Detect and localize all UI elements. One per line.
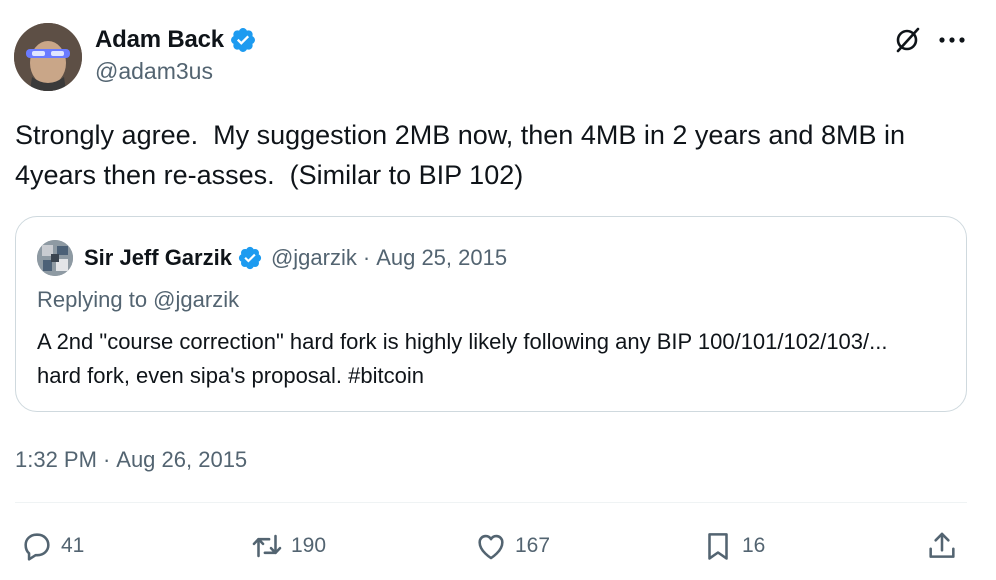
- quoted-author-name: Sir Jeff Garzik: [84, 245, 232, 270]
- author-name-row[interactable]: Adam Back: [95, 24, 257, 56]
- like-count: 167: [515, 534, 551, 557]
- verified-badge-icon[interactable]: [229, 26, 257, 54]
- quoted-author-avatar[interactable]: [37, 240, 73, 276]
- quoted-date: Aug 25, 2015: [376, 245, 508, 270]
- quoted-separator: ·: [362, 245, 371, 270]
- reply-icon: [24, 533, 50, 561]
- action-divider: [15, 502, 967, 503]
- quoted-author-handle: @jgarzik: [270, 245, 357, 270]
- repost-button[interactable]: 190: [250, 528, 326, 564]
- bookmark-button[interactable]: 16: [701, 528, 765, 564]
- reply-count: 41: [61, 534, 85, 557]
- quoted-header: Sir Jeff Garzik @jgarzik · Aug 25, 2015: [84, 241, 507, 275]
- more-icon[interactable]: [935, 26, 969, 54]
- bookmark-icon: [708, 533, 728, 560]
- repost-count: 190: [291, 534, 327, 557]
- quoted-text: A 2nd "course correction" hard fork is h…: [37, 329, 888, 388]
- quoted-verified-badge-icon: [237, 245, 263, 271]
- like-button[interactable]: 167: [474, 528, 550, 564]
- quoted-tweet[interactable]: Sir Jeff Garzik @jgarzik · Aug 25, 2015 …: [15, 216, 967, 412]
- reply-button[interactable]: 41: [20, 528, 84, 564]
- author-avatar[interactable]: [14, 23, 82, 91]
- tweet-text: Strongly agree. My suggestion 2MB now, t…: [15, 120, 913, 190]
- timestamp-separator: ·: [102, 447, 111, 472]
- share-icon: [929, 532, 955, 558]
- quoted-replying-to: Replying to @jgarzik: [37, 287, 240, 312]
- author-name[interactable]: Adam Back: [95, 26, 224, 54]
- tweet-time[interactable]: 1:32 PM: [15, 447, 97, 473]
- bookmark-count: 16: [742, 534, 766, 557]
- like-icon: [478, 534, 504, 560]
- author-handle[interactable]: @adam3us: [95, 58, 213, 85]
- tweet-timestamp[interactable]: 1:32 PM · Aug 26, 2015: [15, 447, 247, 473]
- share-button[interactable]: [925, 528, 959, 564]
- tweet-date[interactable]: Aug 26, 2015: [116, 447, 247, 473]
- repost-icon: [252, 534, 282, 558]
- grok-icon[interactable]: [893, 26, 921, 54]
- tweet: Adam Back @adam3us Strongly agree. My su…: [0, 0, 996, 580]
